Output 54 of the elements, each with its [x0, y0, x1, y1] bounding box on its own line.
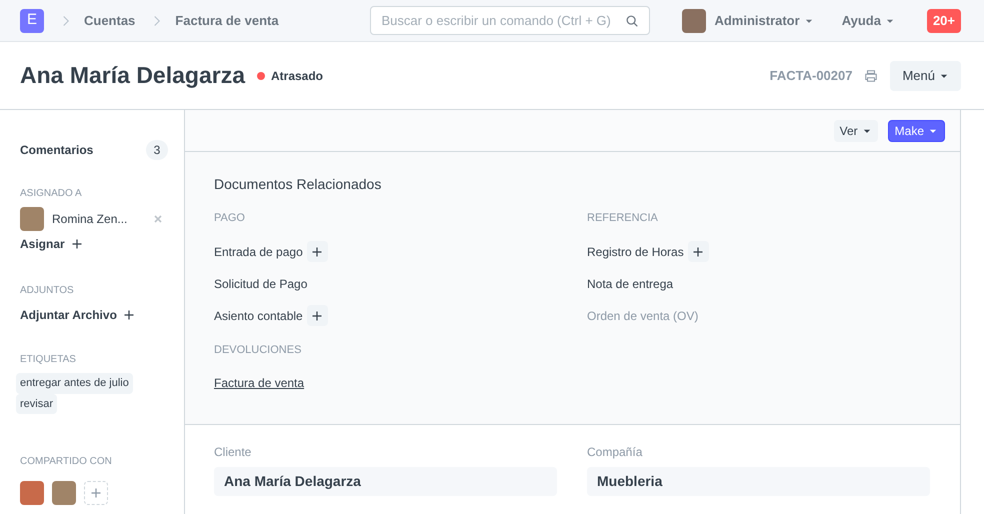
- document-link[interactable]: Registro de Horas: [587, 242, 684, 260]
- input-field[interactable]: Muebleria: [587, 467, 930, 496]
- plus-icon: [90, 487, 102, 499]
- assignee-name: Romina Zen...: [52, 211, 128, 228]
- document-link[interactable]: Asiento contable: [214, 306, 303, 324]
- comment-count: 3: [146, 140, 168, 160]
- search-field[interactable]: Buscar o escribir un comando (Ctrl + G): [370, 6, 650, 35]
- page-title: Ana María Delagarza: [20, 61, 245, 90]
- document-id: FACTA-00207: [770, 66, 852, 85]
- avatar: [52, 481, 76, 505]
- breadcrumb-link[interactable]: Cuentas: [84, 10, 136, 30]
- toolbar-button[interactable]: Ver: [834, 120, 878, 142]
- plus-icon: [311, 310, 324, 322]
- field-label: Compañía: [587, 444, 644, 461]
- avatar: [682, 8, 706, 32]
- document-link[interactable]: Solicitud de Pago: [214, 274, 308, 292]
- add-button[interactable]: [688, 241, 709, 262]
- tag[interactable]: revisar: [16, 394, 58, 414]
- user-menu[interactable]: Administrator: [682, 8, 814, 32]
- group-heading: REFERENCIA: [587, 211, 659, 226]
- section-title: Documentos Relacionados: [214, 175, 382, 194]
- field-label: Cliente: [214, 444, 252, 461]
- section-heading: COMPARTIDO CON: [20, 455, 113, 469]
- document-link[interactable]: Factura de venta: [214, 374, 304, 392]
- section-heading: ASIGNADO A: [20, 187, 83, 201]
- group-heading: DEVOLUCIONES: [214, 342, 302, 358]
- avatar: [20, 207, 44, 231]
- add-button[interactable]: [306, 305, 328, 326]
- section-heading: ETIQUETAS: [20, 353, 77, 367]
- comments-label[interactable]: Comentarios: [20, 141, 94, 159]
- toolbar-button[interactable]: Make: [888, 120, 945, 142]
- input-field[interactable]: Ana María Delagarza: [214, 467, 557, 496]
- document-link[interactable]: Entrada de pago: [214, 242, 303, 260]
- assign-link[interactable]: Asignar: [20, 235, 83, 253]
- add-button[interactable]: [306, 241, 328, 262]
- menu-button[interactable]: Menú: [890, 60, 961, 90]
- plus-icon: [70, 238, 83, 250]
- tag[interactable]: entregar antes de julio: [16, 373, 133, 394]
- close-icon: [152, 213, 164, 225]
- search-icon: [625, 14, 640, 28]
- group-heading: PAGO: [214, 211, 246, 226]
- help-menu[interactable]: Ayuda: [842, 10, 895, 30]
- print-icon: [864, 68, 878, 82]
- attach-file-link[interactable]: Adjuntar Archivo: [20, 306, 135, 324]
- avatar: [20, 481, 44, 505]
- status-label: Atrasado: [270, 68, 323, 84]
- add-share-button[interactable]: [84, 481, 108, 505]
- breadcrumb-link[interactable]: Factura de venta: [175, 10, 279, 30]
- plus-icon: [311, 246, 324, 258]
- app-logo[interactable]: E: [20, 8, 44, 32]
- document-link[interactable]: Nota de entrega: [587, 274, 674, 292]
- plus-icon: [122, 309, 135, 321]
- section-heading: ADJUNTOS: [20, 284, 75, 298]
- plus-icon: [692, 246, 704, 258]
